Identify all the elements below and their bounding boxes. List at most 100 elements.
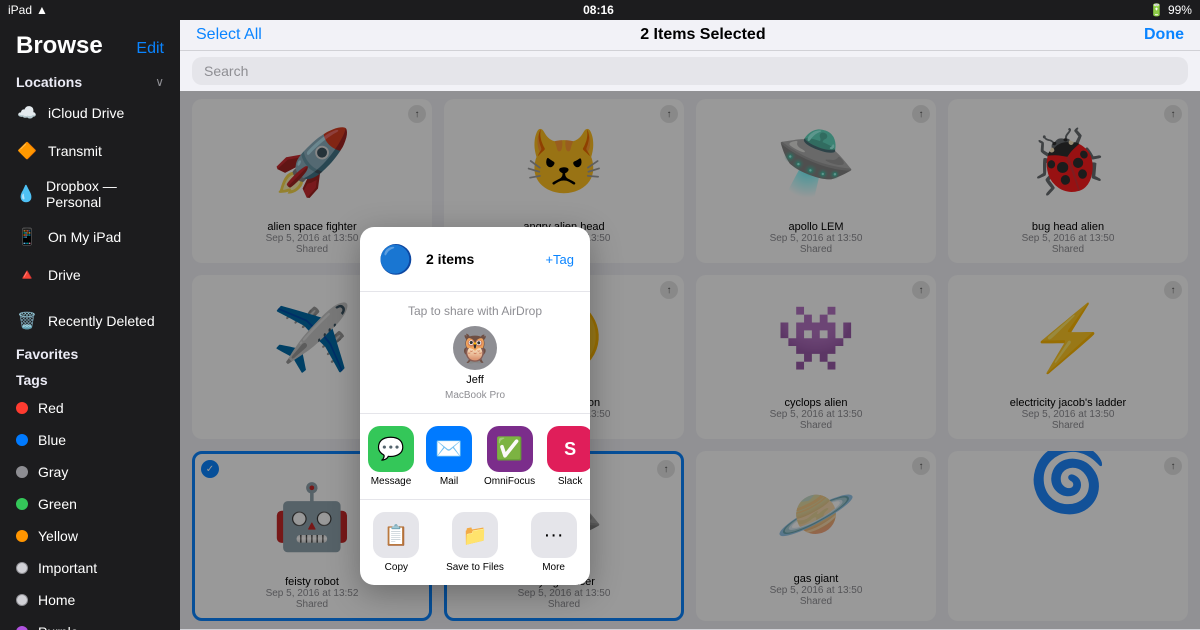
sidebar-item-tag-purple[interactable]: Purple: [0, 616, 180, 630]
top-bar: Select All 2 Items Selected Done: [180, 20, 1200, 51]
tag-dot-purple: [16, 626, 28, 630]
locations-label: Locations: [16, 74, 82, 90]
tag-label: Blue: [38, 432, 66, 448]
search-input[interactable]: [192, 57, 1188, 85]
sidebar-item-recently-deleted[interactable]: 🗑️ Recently Deleted: [0, 302, 180, 340]
tag-dot-important: [16, 562, 28, 574]
mail-icon: ✉️: [426, 426, 472, 472]
sidebar-item-label: Drive: [48, 267, 81, 283]
app-label: Message: [371, 476, 412, 487]
tag-label: Home: [38, 592, 75, 608]
more-icon: ···: [531, 512, 577, 558]
app-label: OmniFocus: [484, 476, 535, 487]
sidebar-item-label: Dropbox — Personal: [46, 178, 164, 210]
sidebar-item-drive[interactable]: 🔺 Drive: [0, 256, 180, 294]
sidebar-item-dropbox[interactable]: 💧 Dropbox — Personal: [0, 170, 180, 218]
sidebar-edit-button[interactable]: Edit: [136, 40, 164, 58]
tag-label: Green: [38, 496, 77, 512]
sidebar-item-label: iCloud Drive: [48, 105, 124, 121]
tag-dot-yellow: [16, 530, 28, 542]
app-slack[interactable]: S Slack: [547, 426, 590, 487]
content-area: ↑ 🚀 alien space fighter Sep 5, 2016 at 1…: [180, 91, 1200, 629]
sidebar-title: Browse: [16, 32, 103, 60]
tag-dot-green: [16, 498, 28, 510]
deleted-icon: 🗑️: [16, 310, 38, 332]
main-panel: Select All 2 Items Selected Done ↑ 🚀 ali…: [180, 20, 1200, 630]
message-icon: 💬: [368, 426, 414, 472]
share-sheet-overlay[interactable]: [180, 91, 1200, 629]
airdrop-device-name: Jeff: [466, 374, 484, 386]
share-sheet: 🔵 2 items +Tag Tap to share with AirDrop…: [360, 227, 590, 585]
sidebar-item-transmit[interactable]: 🔶 Transmit: [0, 132, 180, 170]
tag-button[interactable]: +Tag: [484, 252, 574, 267]
sidebar-item-tag-green[interactable]: Green: [0, 488, 180, 520]
sidebar-item-label: Recently Deleted: [48, 313, 155, 329]
action-copy[interactable]: 📋 Copy: [373, 512, 419, 573]
app-omnifocus[interactable]: ✅ OmniFocus: [484, 426, 535, 487]
sidebar-item-label: Transmit: [48, 143, 102, 159]
action-label: Save to Files: [446, 562, 504, 573]
tag-label: Red: [38, 400, 64, 416]
status-right: 🔋 99%: [1149, 3, 1192, 17]
sidebar: Browse Edit Locations ∨ ☁️ iCloud Drive …: [0, 20, 180, 630]
app-label: Mail: [440, 476, 458, 487]
sidebar-item-on-my-ipad[interactable]: 📱 On My iPad: [0, 218, 180, 256]
sidebar-item-tag-home[interactable]: Home: [0, 584, 180, 616]
select-all-button[interactable]: Select All: [196, 26, 262, 44]
airdrop-device[interactable]: 🦉 Jeff MacBook Pro: [376, 326, 574, 401]
action-label: More: [542, 562, 565, 573]
tags-label: Tags: [16, 372, 48, 388]
share-sheet-thumbnail: 🔵: [376, 239, 416, 279]
battery-icon: 🔋: [1149, 3, 1164, 17]
apps-row: 💬 Message ✉️ Mail ✅ OmniFocus S Slack: [360, 414, 590, 500]
action-save-to-files[interactable]: 📁 Save to Files: [446, 512, 504, 573]
selection-count-title: 2 Items Selected: [640, 26, 765, 44]
copy-icon: 📋: [373, 512, 419, 558]
airdrop-avatar: 🦉: [453, 326, 497, 370]
favorites-section-header: Favorites: [0, 340, 180, 366]
tag-dot-blue: [16, 434, 28, 446]
transmit-icon: 🔶: [16, 140, 38, 162]
sidebar-item-tag-important[interactable]: Important: [0, 552, 180, 584]
done-button[interactable]: Done: [1144, 26, 1184, 44]
sidebar-item-label: On My iPad: [48, 229, 121, 245]
locations-chevron: ∨: [155, 75, 164, 89]
battery-percent: 99%: [1168, 3, 1192, 17]
save-to-files-icon: 📁: [452, 512, 498, 558]
tag-label: Gray: [38, 464, 68, 480]
app-label: Slack: [558, 476, 582, 487]
ipad-icon: 📱: [16, 226, 38, 248]
sidebar-item-tag-red[interactable]: Red: [0, 392, 180, 424]
tag-dot-red: [16, 402, 28, 414]
locations-section-header: Locations ∨: [0, 68, 180, 94]
share-sheet-header: 🔵 2 items +Tag: [360, 227, 590, 292]
action-label: Copy: [385, 562, 408, 573]
ipad-label: iPad: [8, 3, 32, 17]
omnifocus-icon: ✅: [487, 426, 533, 472]
airdrop-prompt: Tap to share with AirDrop: [376, 304, 574, 318]
tags-section-header: Tags: [0, 366, 180, 392]
status-left: iPad ▲: [8, 3, 48, 17]
tag-label: Yellow: [38, 528, 78, 544]
action-more[interactable]: ··· More: [531, 512, 577, 573]
app-container: Browse Edit Locations ∨ ☁️ iCloud Drive …: [0, 20, 1200, 630]
sidebar-item-tag-blue[interactable]: Blue: [0, 424, 180, 456]
app-message[interactable]: 💬 Message: [368, 426, 414, 487]
share-item-count: 2 items: [426, 251, 474, 267]
search-bar: [180, 51, 1200, 91]
sidebar-item-icloud-drive[interactable]: ☁️ iCloud Drive: [0, 94, 180, 132]
actions-row: 📋 Copy 📁 Save to Files ··· More: [360, 500, 590, 585]
airdrop-section: Tap to share with AirDrop 🦉 Jeff MacBook…: [360, 292, 590, 414]
tag-dot-gray: [16, 466, 28, 478]
sidebar-item-tag-yellow[interactable]: Yellow: [0, 520, 180, 552]
icloud-drive-icon: ☁️: [16, 102, 38, 124]
app-mail[interactable]: ✉️ Mail: [426, 426, 472, 487]
tag-label: Important: [38, 560, 97, 576]
drive-icon: 🔺: [16, 264, 38, 286]
sidebar-header: Browse Edit: [0, 20, 180, 68]
favorites-label: Favorites: [16, 346, 78, 362]
wifi-icon: ▲: [36, 3, 48, 17]
slack-icon: S: [547, 426, 590, 472]
status-bar: iPad ▲ 08:16 🔋 99%: [0, 0, 1200, 20]
sidebar-item-tag-gray[interactable]: Gray: [0, 456, 180, 488]
